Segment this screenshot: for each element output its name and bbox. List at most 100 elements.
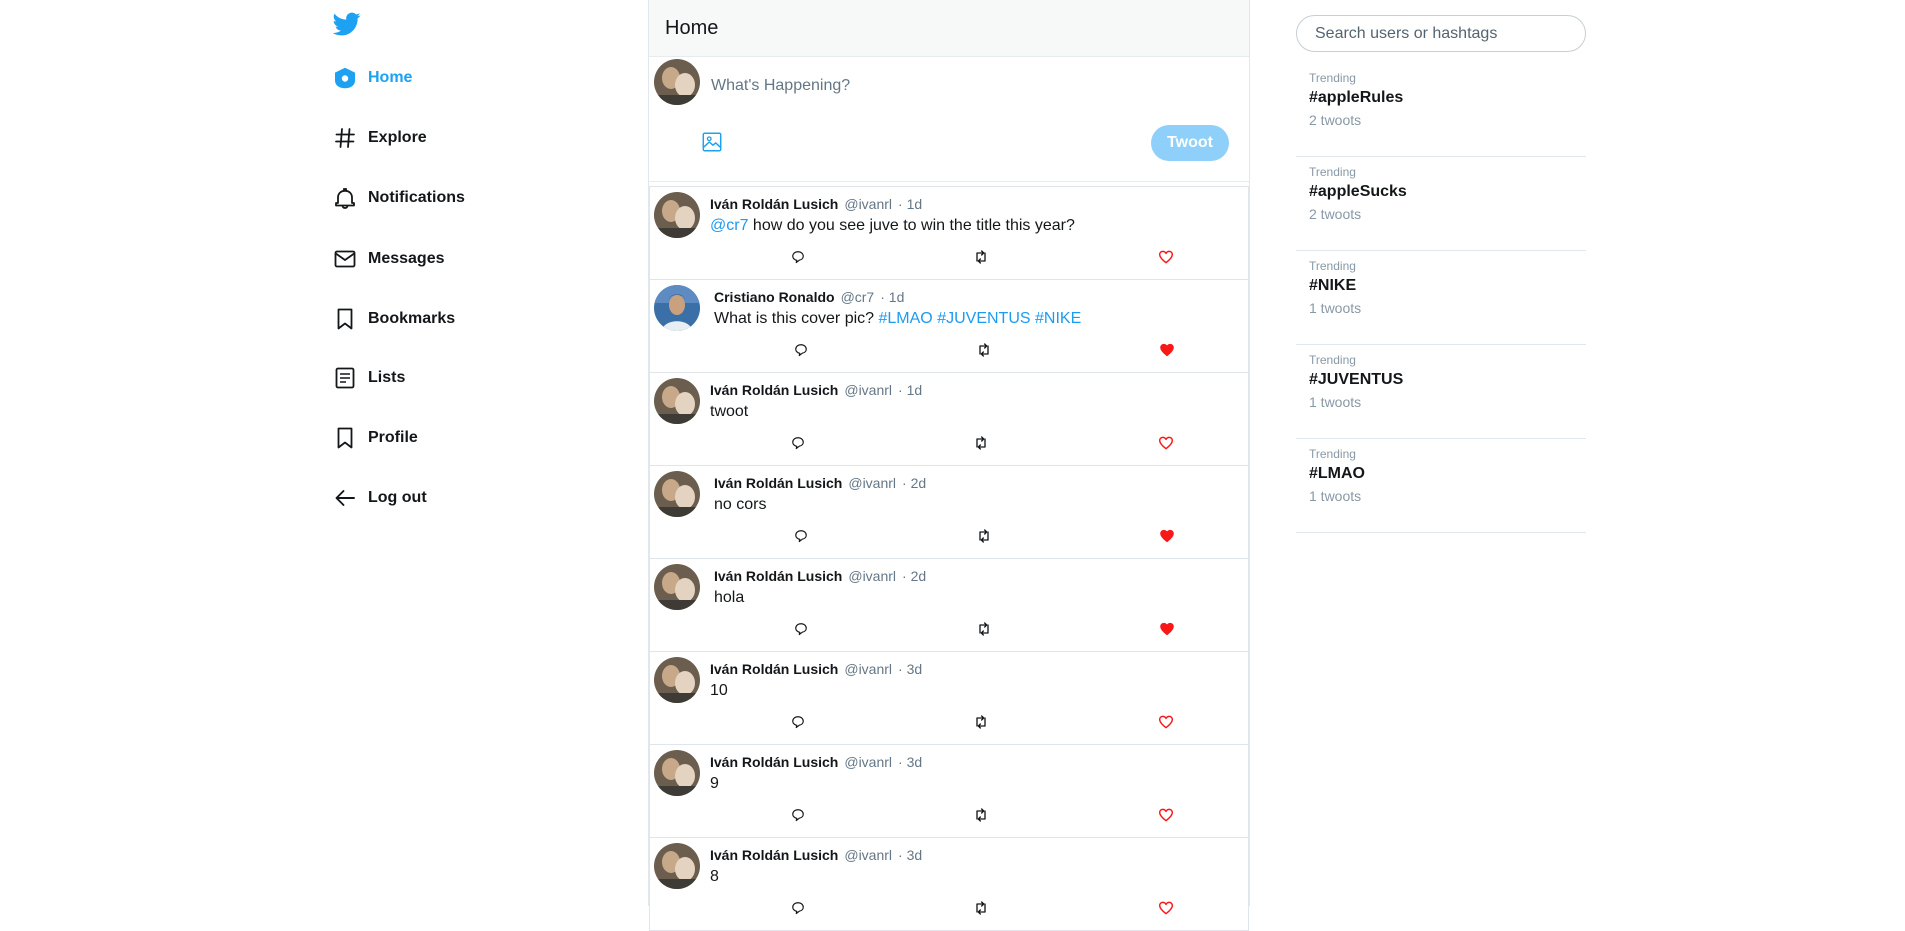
search-input[interactable]: [1296, 15, 1586, 52]
nav-bookmarks[interactable]: Bookmarks: [332, 303, 455, 335]
retweet-icon[interactable]: [971, 712, 991, 732]
retweet-icon[interactable]: [974, 526, 994, 546]
list-icon: [332, 365, 358, 391]
avatar[interactable]: [654, 59, 700, 105]
nav-explore[interactable]: Explore: [332, 122, 427, 154]
reply-icon[interactable]: [788, 433, 808, 453]
tweet-author-name[interactable]: Iván Roldán Lusich: [710, 847, 838, 863]
mention-link[interactable]: @cr7: [710, 217, 748, 234]
tweet[interactable]: Iván Roldán Lusich @ivanrl · 1d @cr7 how d…: [649, 186, 1249, 280]
tweet-author-name[interactable]: Iván Roldán Lusich: [710, 754, 838, 770]
tweet[interactable]: Iván Roldán Lusich @ivanrl · 1d twoot: [649, 372, 1249, 466]
reply-icon[interactable]: [788, 805, 808, 825]
tweet-author-name[interactable]: Iván Roldán Lusich: [714, 475, 842, 491]
trend-item[interactable]: Trending #LMAO 1 twoots: [1296, 439, 1586, 533]
tweet-handle[interactable]: @ivanrl: [848, 475, 896, 491]
tweet-meta: Cristiano Ronaldo @cr7 · 1d: [714, 289, 904, 305]
trend-hashtag[interactable]: #appleRules: [1309, 89, 1573, 107]
trend-hashtag[interactable]: #LMAO: [1309, 465, 1573, 483]
tweet-handle[interactable]: @ivanrl: [844, 754, 892, 770]
reply-icon[interactable]: [791, 526, 811, 546]
tweet[interactable]: Iván Roldán Lusich @ivanrl · 3d 10: [649, 651, 1249, 745]
twoot-button[interactable]: Twoot: [1151, 125, 1229, 161]
nav-lists[interactable]: Lists: [332, 362, 405, 394]
trend-count: 1 twoots: [1309, 394, 1362, 410]
trend-hashtag[interactable]: #JUVENTUS: [1309, 371, 1573, 389]
avatar[interactable]: [654, 192, 700, 238]
retweet-icon[interactable]: [971, 805, 991, 825]
tweet-author-name[interactable]: Cristiano Ronaldo: [714, 289, 835, 305]
nav-notifications[interactable]: Notifications: [332, 182, 465, 214]
tweet-handle[interactable]: @ivanrl: [844, 196, 892, 212]
reply-icon[interactable]: [788, 712, 808, 732]
like-icon-filled[interactable]: [1157, 340, 1177, 360]
like-icon-filled[interactable]: [1157, 619, 1177, 639]
tweet-handle[interactable]: @ivanrl: [844, 382, 892, 398]
reply-icon[interactable]: [791, 340, 811, 360]
tweet-handle[interactable]: @cr7: [841, 289, 875, 305]
trend-label: Trending: [1309, 71, 1356, 85]
hashtag-link[interactable]: #LMAO: [879, 310, 933, 327]
image-icon[interactable]: [699, 129, 725, 155]
avatar[interactable]: [654, 657, 700, 703]
reply-icon[interactable]: [788, 898, 808, 918]
nav-profile[interactable]: Profile: [332, 422, 418, 454]
reply-icon[interactable]: [791, 619, 811, 639]
tweet-meta: Iván Roldán Lusich @ivanrl · 3d: [710, 754, 922, 770]
tweet-input[interactable]: [709, 67, 1213, 105]
avatar[interactable]: [654, 843, 700, 889]
trend-hashtag[interactable]: #appleSucks: [1309, 183, 1573, 201]
trend-item[interactable]: Trending #NIKE 1 twoots: [1296, 251, 1586, 345]
trend-item[interactable]: Trending #appleRules 2 twoots: [1296, 63, 1586, 157]
twitter-bird-icon[interactable]: [332, 10, 362, 38]
tweet-author-name[interactable]: Iván Roldán Lusich: [714, 568, 842, 584]
tweet[interactable]: Cristiano Ronaldo @cr7 · 1d What is this c…: [649, 279, 1249, 373]
tweet-handle[interactable]: @ivanrl: [848, 568, 896, 584]
avatar[interactable]: [654, 471, 700, 517]
retweet-icon[interactable]: [971, 433, 991, 453]
like-icon[interactable]: [1156, 712, 1176, 732]
tweet-handle[interactable]: @ivanrl: [844, 847, 892, 863]
hashtag-link[interactable]: #JUVENTUS: [937, 310, 1030, 327]
avatar[interactable]: [654, 564, 700, 610]
tweet-author-name[interactable]: Iván Roldán Lusich: [710, 196, 838, 212]
like-icon[interactable]: [1156, 433, 1176, 453]
like-icon[interactable]: [1156, 247, 1176, 267]
trend-hashtag[interactable]: #NIKE: [1309, 277, 1573, 295]
tweet-author-name[interactable]: Iván Roldán Lusich: [710, 661, 838, 677]
avatar[interactable]: [654, 378, 700, 424]
trend-count: 1 twoots: [1309, 488, 1362, 504]
tweet[interactable]: Iván Roldán Lusich @ivanrl · 2d hola: [649, 558, 1249, 652]
tweet-meta: Iván Roldán Lusich @ivanrl · 3d: [710, 661, 922, 677]
trend-item[interactable]: Trending #JUVENTUS 1 twoots: [1296, 345, 1586, 439]
tweet-meta: Iván Roldán Lusich @ivanrl · 2d: [714, 568, 926, 584]
tweet-body: What is this cover pic?: [714, 310, 879, 327]
nav-home[interactable]: Home: [332, 62, 412, 94]
hashtag-link[interactable]: #NIKE: [1035, 310, 1081, 327]
tweet-author-name[interactable]: Iván Roldán Lusich: [710, 382, 838, 398]
retweet-icon[interactable]: [971, 898, 991, 918]
nav-home-label: Home: [368, 69, 413, 86]
retweet-icon[interactable]: [974, 340, 994, 360]
nav-explore-label: Explore: [368, 129, 427, 146]
tweet-text: 9: [710, 775, 719, 792]
reply-icon[interactable]: [788, 247, 808, 267]
trend-item[interactable]: Trending #appleSucks 2 twoots: [1296, 157, 1586, 251]
nav-profile-label: Profile: [368, 429, 418, 446]
tweet[interactable]: Iván Roldán Lusich @ivanrl · 3d 8: [649, 837, 1249, 931]
nav-notifications-label: Notifications: [368, 189, 465, 206]
tweet[interactable]: Iván Roldán Lusich @ivanrl · 2d no cors: [649, 465, 1249, 559]
like-icon[interactable]: [1156, 898, 1176, 918]
avatar[interactable]: [654, 750, 700, 796]
nav-logout[interactable]: Log out: [332, 482, 427, 514]
like-icon[interactable]: [1156, 805, 1176, 825]
tweet[interactable]: Iván Roldán Lusich @ivanrl · 3d 9: [649, 744, 1249, 838]
avatar[interactable]: [654, 285, 700, 331]
retweet-icon[interactable]: [974, 619, 994, 639]
nav-messages[interactable]: Messages: [332, 243, 445, 275]
tweet-time: · 1d: [880, 289, 905, 305]
main-column: Home Twoot Iván Roldán Lusich @ivanrl · 1d…: [648, 0, 1250, 931]
like-icon-filled[interactable]: [1157, 526, 1177, 546]
tweet-handle[interactable]: @ivanrl: [844, 661, 892, 677]
retweet-icon[interactable]: [971, 247, 991, 267]
